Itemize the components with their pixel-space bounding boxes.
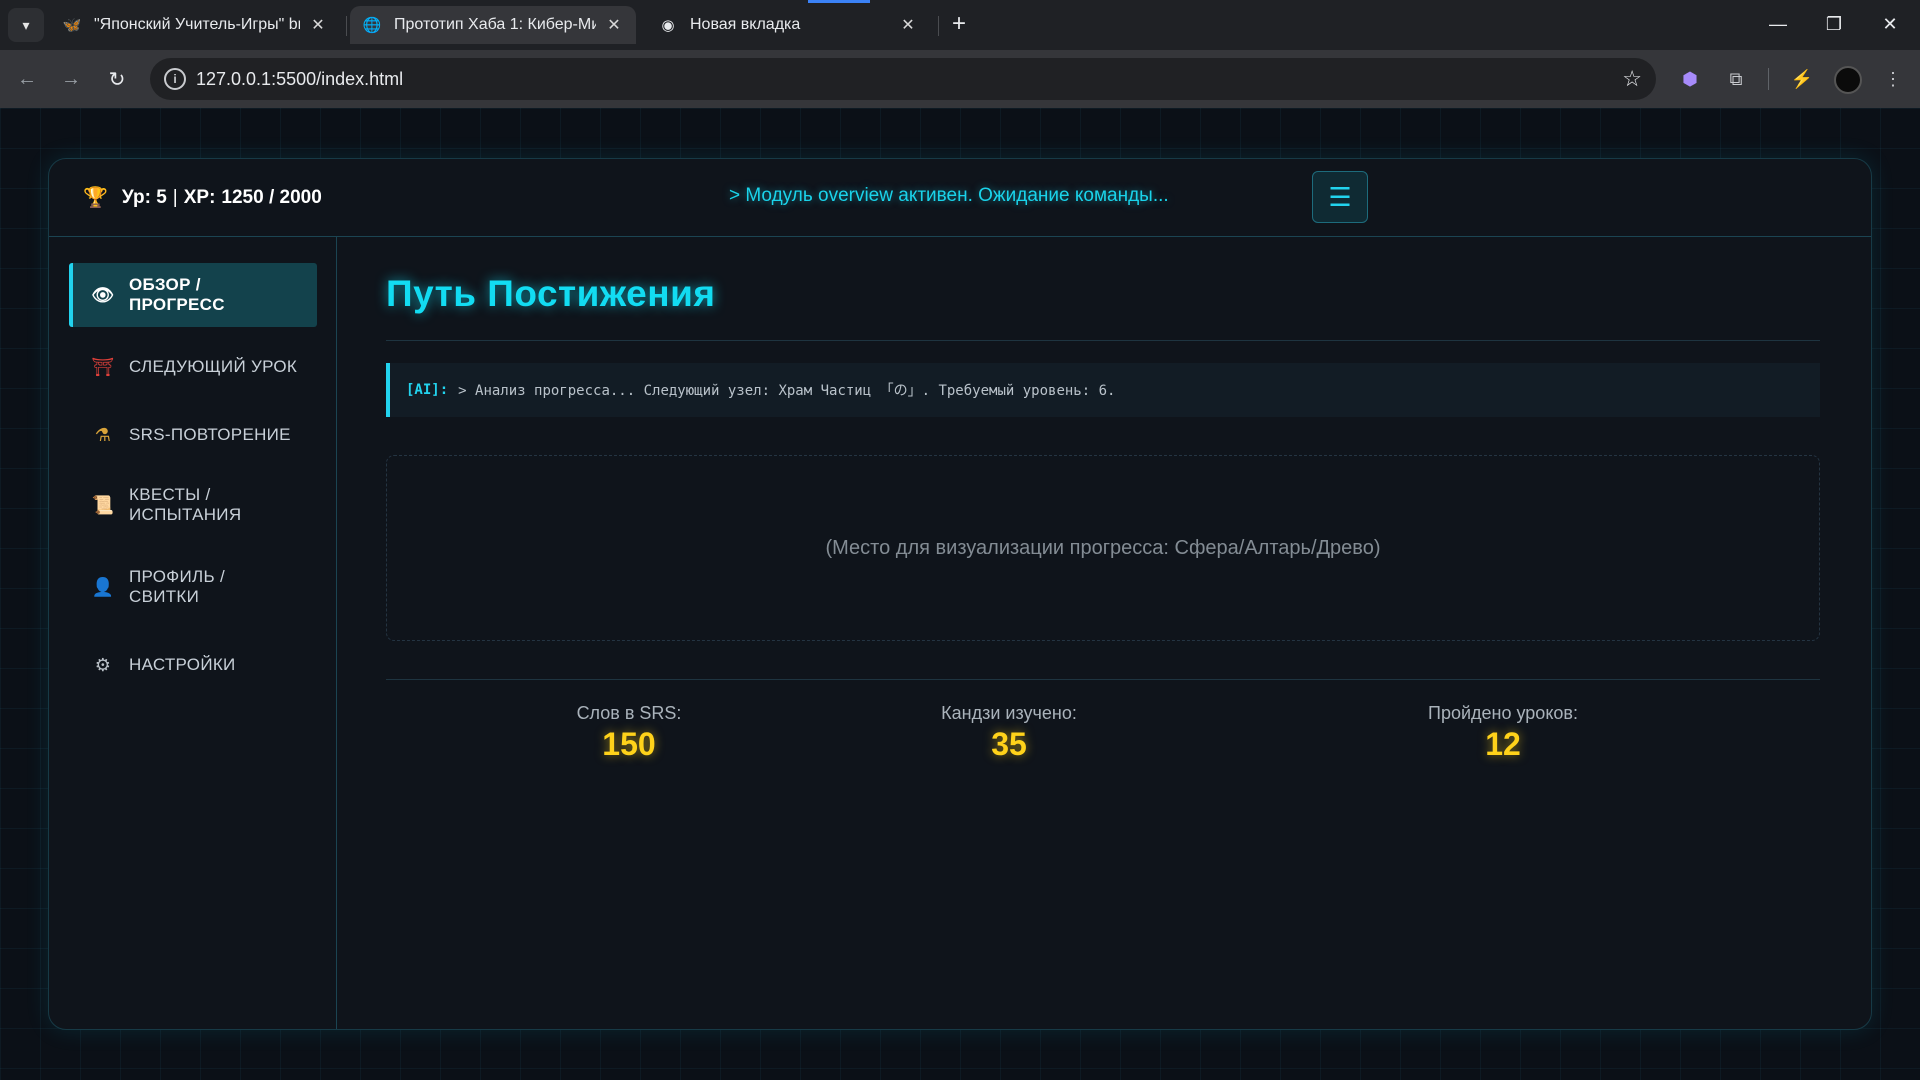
trophy-icon: 🏆 xyxy=(83,187,108,209)
arrow-left-icon: ← xyxy=(17,67,37,90)
browser-tab-3[interactable]: ◉ Новая вкладка ✕ xyxy=(646,6,930,44)
forward-button[interactable]: → xyxy=(56,64,86,94)
toolbar-separator xyxy=(1768,68,1769,90)
reload-button[interactable]: ↻ xyxy=(102,64,132,94)
browser-tab-2[interactable]: 🌐 Прототип Хаба 1: Кибер-Мист ✕ xyxy=(350,6,636,44)
tab-search-button[interactable]: ▾ xyxy=(8,8,44,42)
new-tab-button[interactable]: + xyxy=(944,11,974,39)
site-info-icon[interactable]: i xyxy=(164,68,186,90)
label-line: ОБЗОР / xyxy=(129,275,201,294)
close-window-button[interactable]: ✕ xyxy=(1862,0,1918,48)
stat-label: Пройдено уроков: xyxy=(1428,703,1578,723)
tab-separator xyxy=(938,16,939,36)
extensions-puzzle-icon[interactable]: ⧉ xyxy=(1723,66,1749,92)
eye-icon: 👁 xyxy=(91,284,115,305)
close-icon[interactable]: ✕ xyxy=(604,15,624,35)
xp-label: XP: xyxy=(183,186,216,208)
sidebar-item-settings[interactable]: ⚙ НАСТРОЙКИ xyxy=(69,643,317,687)
placeholder-text: (Место для визуализации прогресса: Сфера… xyxy=(825,536,1381,559)
bookmark-star-icon[interactable]: ☆ xyxy=(1622,66,1642,92)
reload-icon: ↻ xyxy=(108,68,126,91)
stat-value: 35 xyxy=(991,726,1027,762)
tab-title: "Японский Учитель-Игры" bra xyxy=(94,16,300,33)
sidebar-item-label: СЛЕДУЮЩИЙ УРОК xyxy=(129,357,298,376)
browser-tab-strip: ▾ 🦋 "Японский Учитель-Игры" bra ✕ 🌐 Прот… xyxy=(0,0,1920,50)
page-title: Путь Постижения xyxy=(386,273,716,314)
globe-icon: 🌐 xyxy=(362,17,382,34)
sidebar-item-label: SRS-ПОВТОРЕНИЕ xyxy=(129,425,291,444)
bluesky-icon: 🦋 xyxy=(62,17,82,34)
app-header: 🏆 Ур: 5 | XP: 1250 / 2000 > Модуль overv… xyxy=(49,159,1871,237)
arrow-right-icon: → xyxy=(61,67,81,90)
ai-tag: [AI]: xyxy=(406,382,449,398)
sidebar: 👁 ОБЗОР / ПРОГРЕСС ⛩ СЛЕДУЮЩИЙ УРОК ⚗ SR… xyxy=(49,237,337,1029)
sidebar-item-label: ПРОФИЛЬ / СВИТКИ xyxy=(129,567,225,607)
app-container: 🏆 Ур: 5 | XP: 1250 / 2000 > Модуль overv… xyxy=(48,158,1872,1030)
close-icon[interactable]: ✕ xyxy=(308,15,328,35)
tab-title: Прототип Хаба 1: Кибер-Мист xyxy=(394,16,596,33)
browser-toolbar: ← → ↻ i 127.0.0.1:5500/index.html ☆ ⬢ ⧉ … xyxy=(0,50,1920,108)
xp-value: 1250 / 2000 xyxy=(221,186,322,208)
back-button[interactable]: ← xyxy=(12,64,42,94)
chrome-icon: ◉ xyxy=(661,17,675,34)
minimize-button[interactable]: — xyxy=(1750,0,1806,48)
title-divider xyxy=(386,340,1820,341)
profile-avatar[interactable] xyxy=(1834,66,1862,94)
scroll-icon: 📜 xyxy=(91,494,115,515)
stats-separator: | xyxy=(172,186,178,208)
menu-button[interactable]: ☰ xyxy=(1312,171,1368,223)
address-bar[interactable]: i 127.0.0.1:5500/index.html ☆ xyxy=(150,58,1656,100)
stat-lessons-completed: Пройдено уроков: 12 xyxy=(1373,703,1633,763)
close-icon: ✕ xyxy=(1882,13,1898,34)
sidebar-item-srs[interactable]: ⚗ SRS-ПОВТОРЕНИЕ xyxy=(69,413,317,457)
browser-tab-1[interactable]: 🦋 "Японский Учитель-Игры" bra ✕ xyxy=(50,6,340,44)
page-background: 🏆 Ур: 5 | XP: 1250 / 2000 > Модуль overv… xyxy=(0,108,1920,1080)
stats-divider xyxy=(386,679,1820,680)
sidebar-item-profile[interactable]: 👤 ПРОФИЛЬ / СВИТКИ xyxy=(69,555,317,619)
gear-icon: ⚙ xyxy=(94,654,112,675)
stat-label: Слов в SRS: xyxy=(576,703,682,723)
ai-message-box: [AI]: > Анализ прогресса... Следующий уз… xyxy=(386,363,1820,417)
chevron-down-icon: ▾ xyxy=(22,16,30,33)
module-status-text: > Модуль overview активен. Ожидание кома… xyxy=(729,185,1169,206)
label-line: КВЕСТЫ / xyxy=(129,485,211,504)
sidebar-item-label: КВЕСТЫ / ИСПЫТАНИЯ xyxy=(129,485,241,525)
main-content: Путь Постижения [AI]: > Анализ прогресса… xyxy=(337,237,1871,1029)
label-line: СВИТКИ xyxy=(129,587,200,606)
sidebar-item-overview[interactable]: 👁 ОБЗОР / ПРОГРЕСС xyxy=(69,263,317,327)
sidebar-item-quests[interactable]: 📜 КВЕСТЫ / ИСПЫТАНИЯ xyxy=(69,473,317,537)
label-line: ПРОГРЕСС xyxy=(129,295,225,314)
srs-icon: ⚗ xyxy=(94,424,112,445)
ai-message-text: > Анализ прогресса... Следующий узел: Хр… xyxy=(458,383,1116,399)
player-stats: 🏆 Ур: 5 | XP: 1250 / 2000 xyxy=(83,185,322,210)
stat-label: Кандзи изучено: xyxy=(941,703,1077,723)
sidebar-item-label: НАСТРОЙКИ xyxy=(129,655,236,674)
url-text: 127.0.0.1:5500/index.html xyxy=(196,69,404,89)
tab-separator xyxy=(346,16,347,36)
more-menu-icon[interactable]: ⋮ xyxy=(1880,66,1906,92)
stat-kanji-learned: Кандзи изучено: 35 xyxy=(879,703,1139,763)
hamburger-icon: ☰ xyxy=(1328,181,1352,212)
stat-srs-words: Слов в SRS: 150 xyxy=(499,703,759,763)
close-icon[interactable]: ✕ xyxy=(898,15,918,35)
restore-icon: ❐ xyxy=(1825,13,1843,34)
sidebar-item-label: ОБЗОР / ПРОГРЕСС xyxy=(129,275,225,315)
progress-visualization-placeholder: (Место для визуализации прогресса: Сфера… xyxy=(386,455,1820,641)
stat-value: 150 xyxy=(602,726,656,762)
minimize-icon: — xyxy=(1769,13,1787,34)
sidebar-item-next-lesson[interactable]: ⛩ СЛЕДУЮЩИЙ УРОК xyxy=(69,345,317,389)
user-icon: 👤 xyxy=(91,576,115,597)
plus-icon: + xyxy=(951,10,966,37)
tab-loading-indicator xyxy=(808,0,870,3)
torii-icon: ⛩ xyxy=(91,356,115,377)
restore-button[interactable]: ❐ xyxy=(1806,0,1862,48)
label-line: ИСПЫТАНИЯ xyxy=(129,505,242,524)
stat-value: 12 xyxy=(1485,726,1521,762)
level-text: Ур: 5 xyxy=(121,186,167,208)
extension-icon[interactable]: ⬢ xyxy=(1677,66,1703,92)
tab-title: Новая вкладка xyxy=(690,16,801,33)
performance-icon[interactable]: ⚡ xyxy=(1789,66,1815,92)
label-line: ПРОФИЛЬ / xyxy=(129,567,226,586)
